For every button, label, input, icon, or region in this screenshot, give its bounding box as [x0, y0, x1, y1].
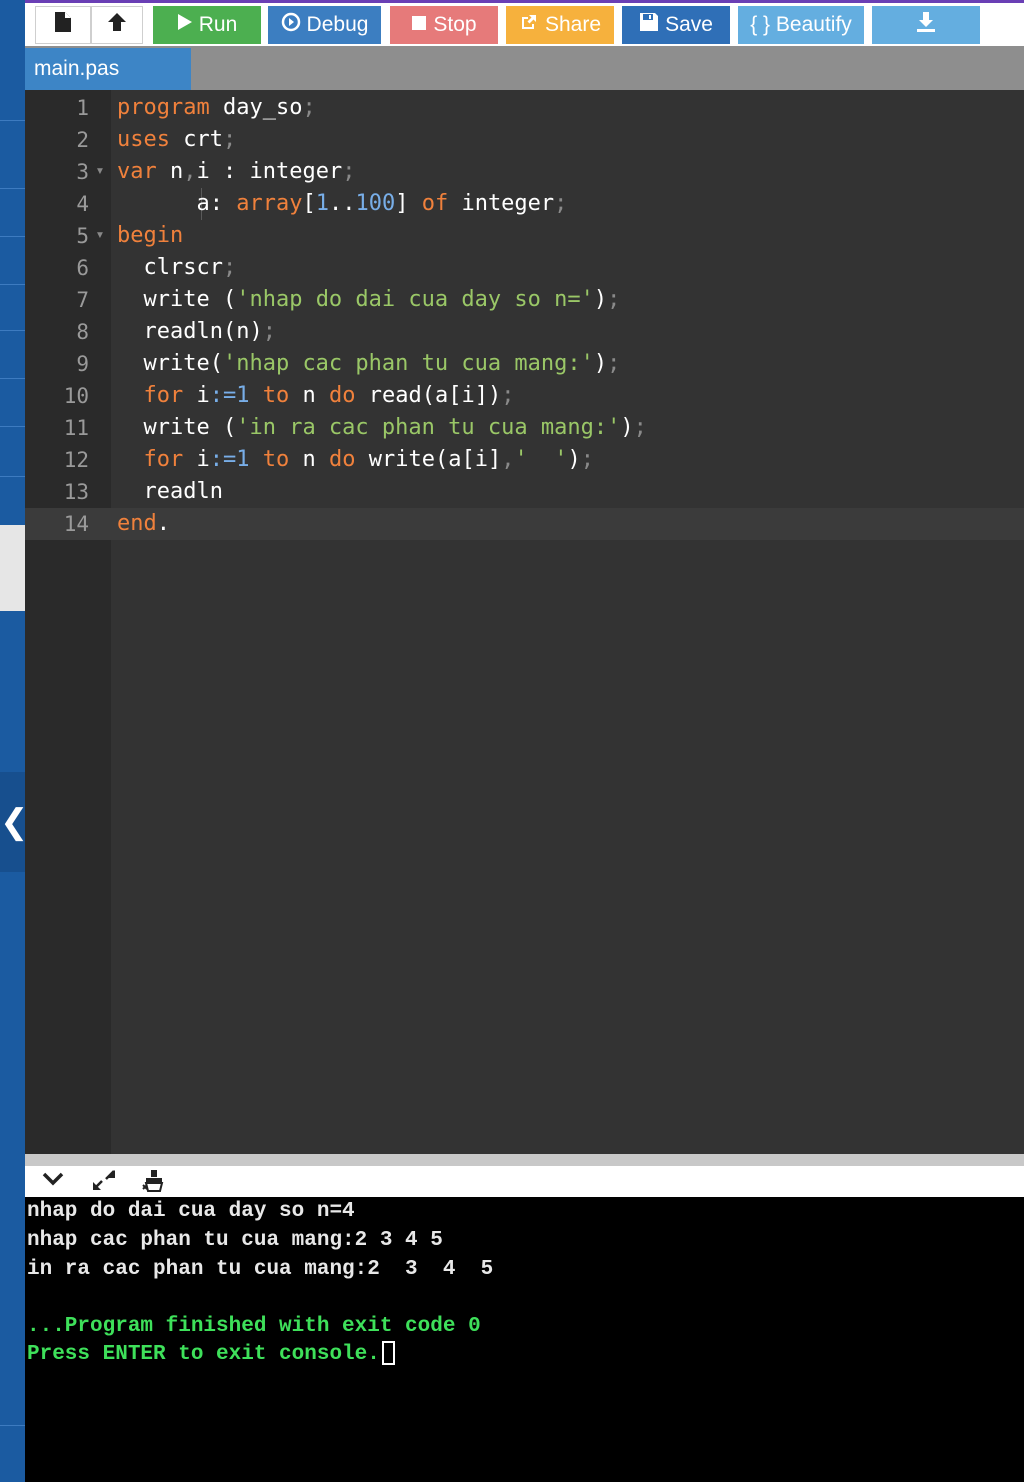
play-icon — [177, 13, 193, 37]
sidebar-segment — [0, 0, 25, 121]
line-number: 9 — [76, 352, 89, 376]
code-text: readln — [117, 479, 223, 504]
press-enter-message: Press ENTER to exit console. — [27, 1343, 380, 1366]
debug-icon — [281, 12, 301, 38]
line-number: 11 — [63, 416, 89, 440]
code-text: write ('nhap do dai cua day so n='); — [117, 287, 621, 312]
sidebar-segment — [0, 120, 25, 189]
new-file-button[interactable] — [35, 6, 91, 44]
expand-icon[interactable] — [91, 1168, 117, 1198]
file-tab-bar: main.pas — [25, 46, 1024, 90]
run-button[interactable]: Run — [153, 6, 261, 44]
clear-console-icon[interactable] — [141, 1168, 165, 1198]
code-line: 11 write ('in ra cac phan tu cua mang:')… — [25, 412, 1024, 444]
save-label: Save — [665, 13, 713, 36]
code-text: clrscr; — [117, 255, 237, 280]
code-text: program day_so; — [117, 95, 316, 120]
new-file-icon — [54, 11, 72, 39]
stop-label: Stop — [433, 13, 477, 36]
line-number: 3 — [76, 160, 89, 184]
line-number: 2 — [76, 128, 89, 152]
fold-arrow-icon[interactable]: ▼ — [95, 156, 105, 188]
code-line: 10 for i:=1 to n do read(a[i]); — [25, 380, 1024, 412]
download-icon — [916, 11, 936, 39]
console-toolbar — [25, 1166, 1024, 1197]
code-line: 13 readln — [25, 476, 1024, 508]
tab-main-pas[interactable]: main.pas — [25, 48, 191, 90]
line-number: 13 — [63, 480, 89, 504]
sidebar-segment — [0, 426, 25, 477]
line-number: 5 — [76, 224, 89, 248]
code-text: var n,i : integer; — [117, 159, 356, 184]
line-number: 7 — [76, 288, 89, 312]
code-text: a: array[1..100] of integer; — [117, 191, 568, 216]
exit-code-message: ...Program finished with exit code 0 — [27, 1315, 481, 1338]
stop-button[interactable]: Stop — [390, 6, 498, 44]
code-text: readln(n); — [117, 319, 276, 344]
debug-label: Debug — [306, 13, 369, 36]
toolbar: Run Debug Stop Share Save { } Beautify — [25, 0, 1024, 46]
line-number: 6 — [76, 256, 89, 280]
code-line-active: 14 end. — [25, 508, 1024, 540]
debug-button[interactable]: Debug — [268, 6, 381, 44]
sidebar-segment — [0, 188, 25, 237]
line-number: 4 — [76, 192, 89, 216]
code-line: 3 ▼ var n,i : integer; — [25, 156, 1024, 188]
share-button[interactable]: Share — [506, 6, 614, 44]
code-line: 9 write('nhap cac phan tu cua mang:'); — [25, 348, 1024, 380]
left-sidebar-strip: ❮ — [0, 0, 29, 1482]
console-prompt-line: Press ENTER to exit console. — [27, 1340, 395, 1369]
line-number: 14 — [63, 512, 89, 536]
share-label: Share — [544, 13, 602, 36]
chevron-down-icon[interactable] — [41, 1168, 65, 1196]
line-number: 1 — [76, 96, 89, 120]
stop-icon — [411, 14, 427, 37]
code-text: write('nhap cac phan tu cua mang:'); — [117, 351, 621, 376]
code-editor[interactable]: 1 program day_so; 2 uses crt; 3 ▼ var n,… — [25, 90, 1024, 1154]
code-text: uses crt; — [117, 127, 237, 152]
code-line: 8 readln(n); — [25, 316, 1024, 348]
download-button[interactable] — [872, 6, 980, 44]
code-text: begin — [117, 223, 184, 248]
console-output[interactable]: nhap do dai cua day so n=4 nhap cac phan… — [25, 1197, 1024, 1482]
beautify-label: { } Beautify — [750, 13, 852, 36]
line-number: 10 — [63, 384, 89, 408]
code-text: end. — [117, 511, 170, 536]
upload-icon — [105, 11, 129, 39]
fold-arrow-icon[interactable]: ▼ — [95, 220, 105, 252]
save-button[interactable]: Save — [622, 6, 730, 44]
text-cursor — [381, 1341, 395, 1366]
chevron-left-icon[interactable]: ❮ — [0, 772, 29, 872]
console-line: in ra cac phan tu cua mang:2 3 4 5 — [27, 1258, 494, 1281]
run-label: Run — [198, 13, 238, 36]
code-line: 1 program day_so; — [25, 92, 1024, 124]
code-text: for i:=1 to n do write(a[i],' '); — [143, 447, 594, 472]
upload-button[interactable] — [91, 6, 143, 44]
beautify-button[interactable]: { } Beautify — [738, 6, 864, 44]
console-line: nhap cac phan tu cua mang:2 3 4 5 — [27, 1229, 443, 1252]
code-line: 2 uses crt; — [25, 124, 1024, 156]
sidebar-gray-block — [0, 525, 25, 611]
code-line: 4 a: array[1..100] of integer; — [25, 188, 1024, 220]
sidebar-segment — [0, 330, 25, 379]
line-number: 12 — [63, 448, 89, 472]
sidebar-segment — [0, 378, 25, 427]
code-line: 7 write ('nhap do dai cua day so n='); — [25, 284, 1024, 316]
console-line: nhap do dai cua day so n=4 — [27, 1200, 355, 1223]
share-icon — [519, 12, 539, 38]
code-line: 12 for i:=1 to n do write(a[i],' '); — [25, 444, 1024, 476]
line-number: 8 — [76, 320, 89, 344]
code-line: 6 clrscr; — [25, 252, 1024, 284]
sidebar-segment — [0, 284, 25, 331]
code-text: for i:=1 to n do read(a[i]); — [143, 383, 515, 408]
sidebar-segment — [0, 1424, 25, 1426]
sidebar-segment — [0, 236, 25, 285]
floppy-icon — [639, 12, 659, 38]
code-line: 5 ▼ begin — [25, 220, 1024, 252]
panel-resize-handle[interactable] — [25, 1154, 1024, 1166]
code-text: write ('in ra cac phan tu cua mang:'); — [117, 415, 647, 440]
